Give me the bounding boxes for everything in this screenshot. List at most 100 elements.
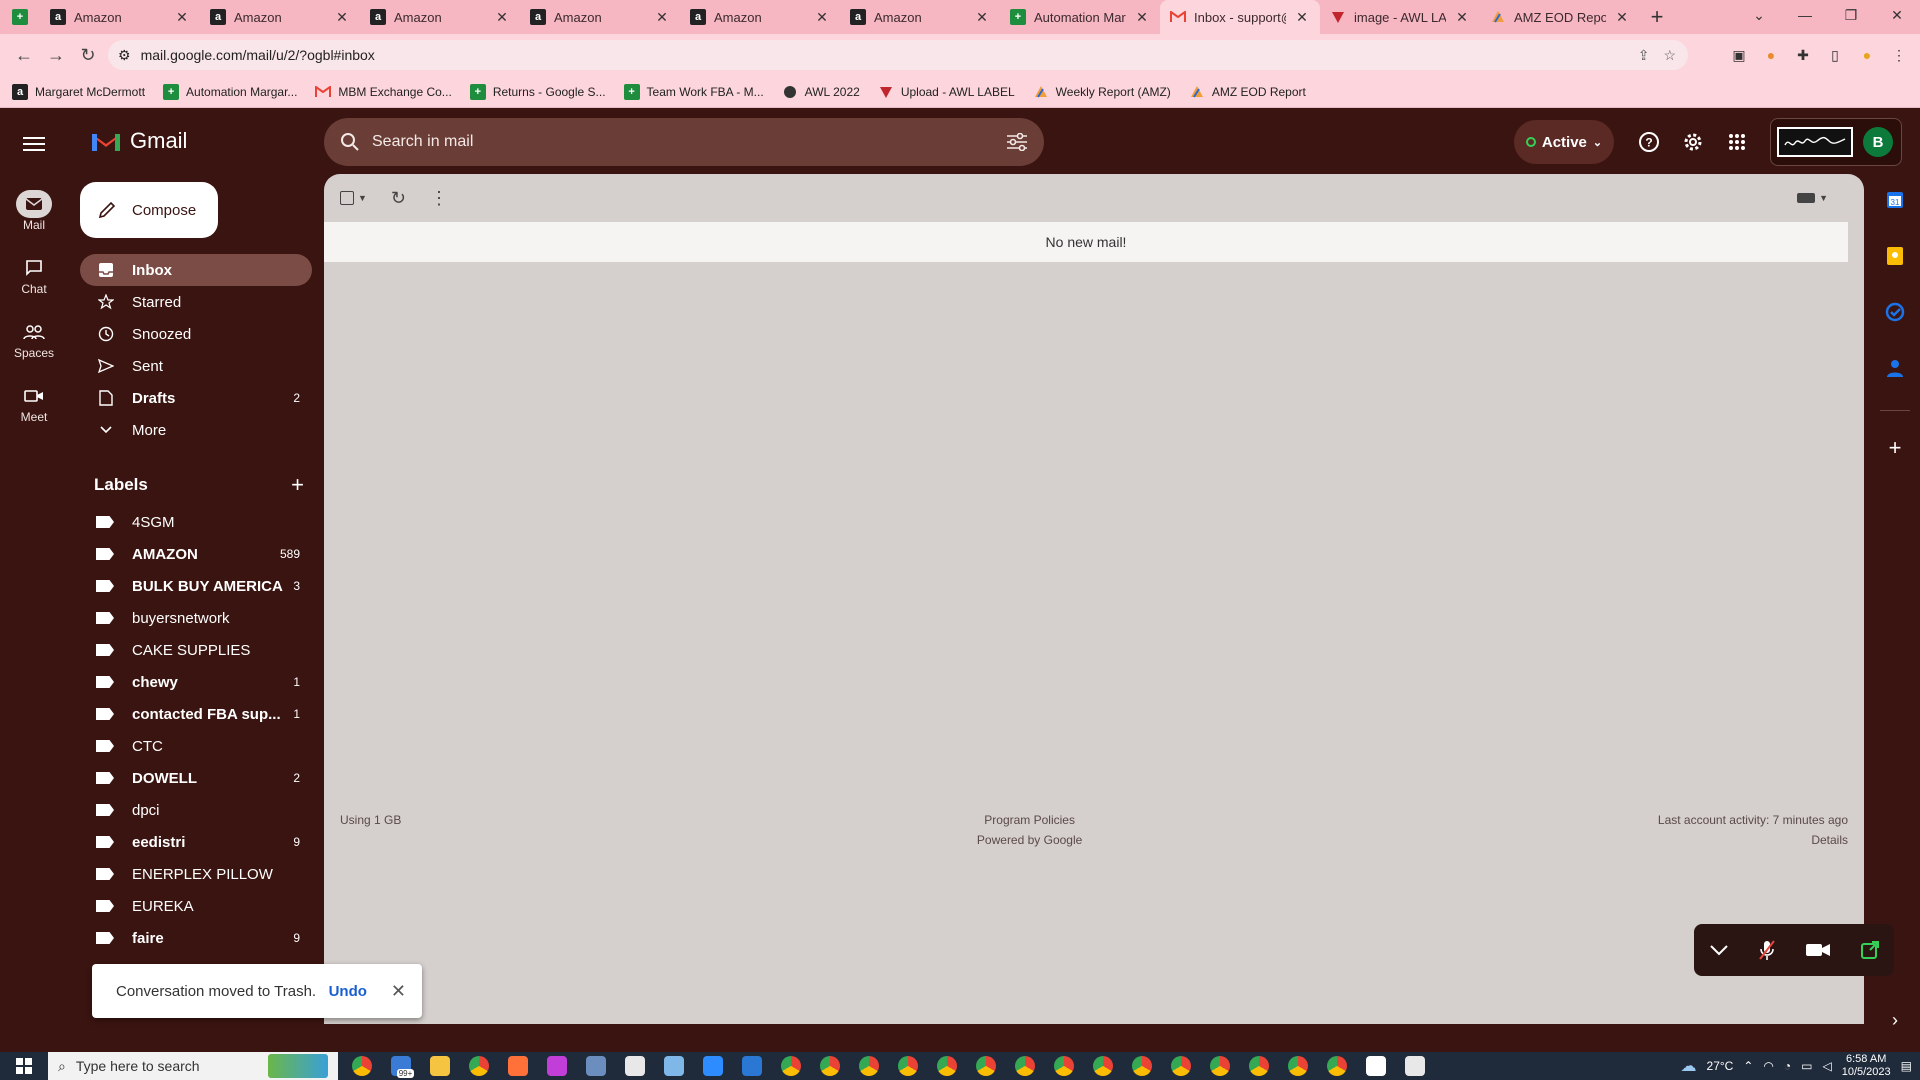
label-item[interactable]: dpci xyxy=(80,794,312,826)
label-item[interactable]: faire 9 xyxy=(80,922,312,954)
chrome-icon[interactable] xyxy=(970,1054,1001,1078)
add-addon-icon[interactable]: + xyxy=(1883,435,1907,460)
mic-off-icon[interactable] xyxy=(1758,939,1776,961)
close-tab-icon[interactable]: ✕ xyxy=(334,9,350,25)
chevron-up-icon[interactable]: ⌃ xyxy=(1743,1059,1753,1073)
collapse-icon[interactable] xyxy=(1709,944,1729,956)
bookmark-item[interactable]: Upload - AWL LABEL xyxy=(878,84,1015,100)
zoom-icon[interactable] xyxy=(697,1054,728,1078)
chrome-icon[interactable] xyxy=(1321,1054,1352,1078)
browser-tab[interactable]: image - AWL LAB ✕ xyxy=(1320,0,1480,34)
browser-tab[interactable]: AMZ EOD Report ✕ xyxy=(1480,0,1640,34)
restore-button[interactable]: ❐ xyxy=(1828,0,1874,30)
main-menu-icon[interactable] xyxy=(18,132,50,156)
folder-more[interactable]: More xyxy=(80,414,312,446)
label-item[interactable]: eedistri 9 xyxy=(80,826,312,858)
close-icon[interactable]: ✕ xyxy=(391,981,406,1002)
keep-icon[interactable] xyxy=(1883,244,1907,268)
browser-tab[interactable]: a Amazon ✕ xyxy=(840,0,1000,34)
new-tab-button[interactable]: + xyxy=(1640,0,1674,34)
wps-icon[interactable] xyxy=(541,1054,572,1078)
chrome-icon[interactable] xyxy=(931,1054,962,1078)
rail-meet[interactable]: Meet xyxy=(0,382,68,424)
minimize-button[interactable]: — xyxy=(1782,0,1828,30)
contacts-icon[interactable] xyxy=(1883,356,1907,380)
chrome-icon[interactable] xyxy=(1126,1054,1157,1078)
chrome-icon[interactable] xyxy=(1165,1054,1196,1078)
close-tab-icon[interactable]: ✕ xyxy=(174,9,190,25)
label-item[interactable]: CAKE SUPPLIES xyxy=(80,634,312,666)
share-icon[interactable]: ⇪ xyxy=(1638,47,1650,64)
chrome-icon[interactable] xyxy=(463,1054,494,1078)
close-tab-icon[interactable]: ✕ xyxy=(1454,9,1470,25)
compose-button[interactable]: Compose xyxy=(80,182,218,238)
help-icon[interactable]: ? xyxy=(1635,128,1663,156)
label-item[interactable]: ENERPLEX PILLOW xyxy=(80,858,312,890)
folder-starred[interactable]: Starred xyxy=(80,286,312,318)
remote-icon[interactable] xyxy=(1360,1054,1391,1078)
network-icon[interactable]: ◠ xyxy=(1763,1059,1773,1073)
close-tab-icon[interactable]: ✕ xyxy=(1294,9,1310,25)
folder-sent[interactable]: Sent xyxy=(80,350,312,382)
bookmark-item[interactable]: + Returns - Google S... xyxy=(469,83,606,100)
expand-panel-icon[interactable]: › xyxy=(1883,1008,1907,1032)
notifications-icon[interactable]: ▤ xyxy=(1901,1059,1912,1073)
camera-icon[interactable] xyxy=(1805,942,1831,958)
back-button[interactable]: ← xyxy=(8,39,40,71)
chrome-icon[interactable] xyxy=(892,1054,923,1078)
browser-tab[interactable]: a Amazon ✕ xyxy=(200,0,360,34)
extension-off-icon[interactable]: ▣ xyxy=(1728,44,1750,66)
search-options-icon[interactable] xyxy=(1006,133,1028,151)
firefox-icon[interactable] xyxy=(502,1054,533,1078)
taskbar-search[interactable]: ⌕ Type here to search xyxy=(48,1052,338,1080)
open-in-new-icon[interactable] xyxy=(1860,940,1880,960)
status-dropdown[interactable]: Active ⌄ xyxy=(1514,120,1614,164)
calculator-icon[interactable] xyxy=(580,1054,611,1078)
chrome-icon[interactable] xyxy=(1009,1054,1040,1078)
undo-button[interactable]: Undo xyxy=(329,983,367,1000)
label-item[interactable]: BULK BUY AMERICA 3 xyxy=(80,570,312,602)
label-item[interactable]: AMAZON 589 xyxy=(80,538,312,570)
chrome-icon[interactable] xyxy=(1204,1054,1235,1078)
wifi-icon[interactable]: ◔ xyxy=(1784,1059,1791,1073)
bookmark-item[interactable]: AMZ EOD Report xyxy=(1189,84,1306,100)
extensions-puzzle-icon[interactable]: ✚ xyxy=(1792,44,1814,66)
label-item[interactable]: DOWELL 2 xyxy=(80,762,312,794)
label-item[interactable]: buyersnetwork xyxy=(80,602,312,634)
account-switcher[interactable]: B xyxy=(1770,118,1902,166)
bookmark-item[interactable]: + Automation Margar... xyxy=(163,83,297,100)
bookmark-star-icon[interactable]: ☆ xyxy=(1663,47,1676,64)
reload-button[interactable]: ↻ xyxy=(72,39,104,71)
browser-tab[interactable]: Inbox - support@ ✕ xyxy=(1160,0,1320,34)
bookmark-item[interactable]: + Team Work FBA - M... xyxy=(623,83,764,100)
volume-icon[interactable]: ◁ xyxy=(1822,1059,1831,1073)
clock[interactable]: 6:58 AM 10/5/2023 xyxy=(1842,1053,1891,1079)
folder-snoozed[interactable]: Snoozed xyxy=(80,318,312,350)
calendar-icon[interactable]: 31 xyxy=(1883,188,1907,212)
paint-icon[interactable] xyxy=(619,1054,650,1078)
add-label-icon[interactable]: + xyxy=(291,472,304,498)
sheets-app-tab[interactable]: + xyxy=(0,0,40,34)
apps-grid-icon[interactable] xyxy=(1723,128,1751,156)
taskbar-search-input[interactable]: Type here to search xyxy=(76,1058,200,1074)
search-input[interactable]: Search in mail xyxy=(372,133,1006,151)
browser-menu-icon[interactable]: ⋮ xyxy=(1888,44,1910,66)
chrome-icon[interactable] xyxy=(1048,1054,1079,1078)
chrome-icon[interactable] xyxy=(1282,1054,1313,1078)
chrome-icon[interactable] xyxy=(1087,1054,1118,1078)
folder-inbox[interactable]: Inbox xyxy=(80,254,312,286)
close-tab-icon[interactable]: ✕ xyxy=(494,9,510,25)
address-bar[interactable]: ⚙ mail.google.com/mail/u/2/?ogbl#inbox ⇪… xyxy=(108,40,1688,70)
forward-button[interactable]: → xyxy=(40,39,72,71)
profile-icon[interactable]: ● xyxy=(1856,44,1878,66)
file-explorer-icon[interactable] xyxy=(424,1054,455,1078)
browser-tab[interactable]: a Amazon ✕ xyxy=(680,0,840,34)
bookmark-item[interactable]: Weekly Report (AMZ) xyxy=(1033,84,1171,100)
more-options-icon[interactable]: ⋮ xyxy=(430,188,448,209)
label-item[interactable]: contacted FBA sup... 1 xyxy=(80,698,312,730)
file-icon[interactable] xyxy=(1399,1054,1430,1078)
rail-spaces[interactable]: Spaces xyxy=(0,318,68,360)
details-link[interactable]: Details xyxy=(1658,830,1848,850)
close-tab-icon[interactable]: ✕ xyxy=(654,9,670,25)
notes-icon[interactable] xyxy=(658,1054,689,1078)
